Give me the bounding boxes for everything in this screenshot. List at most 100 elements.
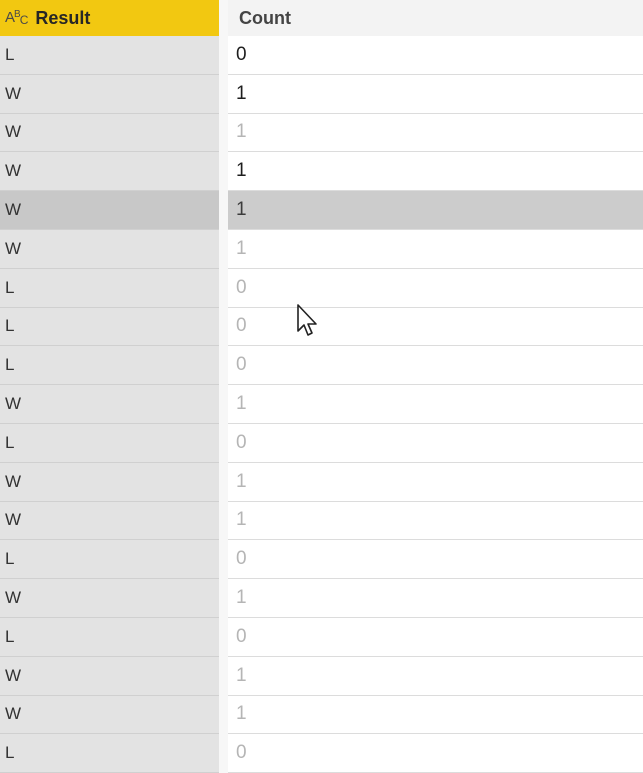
column-header-row: ABC Result Count [0, 0, 643, 37]
table-row[interactable]: W1 [0, 695, 643, 735]
cell-result-value: L [5, 44, 15, 64]
cell-count[interactable]: 1 [228, 113, 643, 153]
cell-count[interactable]: 0 [228, 268, 643, 308]
cell-result-value: W [5, 588, 22, 608]
table-row[interactable]: L0 [0, 734, 643, 773]
cell-count[interactable]: 0 [228, 36, 643, 75]
table-row[interactable]: W1 [0, 656, 643, 696]
cell-result-value: L [5, 743, 15, 763]
cell-result[interactable]: L [0, 346, 219, 386]
column-header-result[interactable]: ABC Result [0, 0, 219, 37]
cell-count[interactable]: 1 [228, 501, 643, 541]
cell-result-value: L [5, 432, 15, 452]
table-body: L0W1W1W1W1W1L0L0L0W1L0W1W1L0W1L0W1W1L0 [0, 36, 643, 773]
cell-result[interactable]: W [0, 656, 219, 696]
column-header-count-label: Count [239, 7, 291, 28]
cell-count-value: 1 [236, 82, 247, 104]
cell-result[interactable]: L [0, 307, 219, 347]
cell-count-value: 0 [236, 354, 247, 376]
mouse-pointer-icon [297, 304, 317, 336]
cell-result-value: W [5, 665, 22, 685]
cell-result-value: W [5, 394, 22, 414]
cell-count-value: 1 [236, 237, 247, 259]
cell-result[interactable]: L [0, 540, 219, 580]
cell-result[interactable]: W [0, 152, 219, 192]
cell-result[interactable]: L [0, 423, 219, 463]
table-row[interactable]: W1 [0, 462, 643, 502]
cell-count-value: 1 [236, 121, 247, 143]
table-row[interactable]: L0 [0, 346, 643, 386]
cell-result[interactable]: L [0, 734, 219, 773]
cell-result-value: L [5, 277, 15, 297]
cell-count[interactable]: 1 [228, 229, 643, 269]
cell-count[interactable]: 1 [228, 385, 643, 424]
cell-count[interactable]: 1 [228, 695, 643, 735]
cell-count[interactable]: 0 [228, 423, 643, 463]
column-header-result-label: Result [35, 7, 91, 28]
table-row[interactable]: W1 [0, 229, 643, 269]
table-row[interactable]: L0 [0, 36, 643, 75]
cell-count-value: 1 [236, 160, 247, 182]
table-row[interactable]: W1 [0, 579, 643, 618]
cell-count[interactable]: 1 [228, 579, 643, 618]
cell-result[interactable]: L [0, 36, 219, 75]
column-header-count[interactable]: Count [228, 0, 643, 37]
table-row[interactable]: W1 [0, 501, 643, 541]
cell-result[interactable]: W [0, 579, 219, 618]
cell-result[interactable]: L [0, 268, 219, 308]
table-row[interactable]: W1 [0, 385, 643, 424]
cell-count[interactable]: 1 [228, 656, 643, 696]
cell-count-value: 0 [236, 276, 247, 298]
table-row[interactable]: L0 [0, 268, 643, 308]
cell-count[interactable]: 0 [228, 617, 643, 657]
cell-result-value: W [5, 471, 22, 491]
cell-count[interactable]: 0 [228, 734, 643, 773]
table-row[interactable]: W1 [0, 113, 643, 153]
cell-result[interactable]: W [0, 191, 219, 230]
data-grid: ABC Result Count L0W1W1W1W1W1L0L0L0W1L0W… [0, 0, 643, 773]
cell-count-value: 0 [236, 315, 247, 337]
table-row[interactable]: L0 [0, 540, 643, 580]
table-row[interactable]: L0 [0, 423, 643, 463]
cell-count[interactable]: 1 [228, 74, 643, 114]
cell-result[interactable]: W [0, 385, 219, 424]
cell-count[interactable]: 0 [228, 540, 643, 580]
cell-count-value: 1 [236, 509, 247, 531]
cell-result[interactable]: L [0, 617, 219, 657]
cell-count-value: 0 [236, 548, 247, 570]
cell-result-value: L [5, 549, 15, 569]
cell-result-value: W [5, 238, 22, 258]
cell-result[interactable]: W [0, 462, 219, 502]
text-type-icon[interactable]: ABC [5, 9, 28, 27]
cell-count-value: 0 [236, 43, 247, 65]
cell-result-value: L [5, 626, 15, 646]
table-row[interactable]: L0 [0, 617, 643, 657]
cell-result-value: W [5, 83, 22, 103]
cell-count-value: 1 [236, 664, 247, 686]
cell-count-value: 1 [236, 703, 247, 725]
cell-result[interactable]: W [0, 74, 219, 114]
cell-count-value: 1 [236, 587, 247, 609]
cell-result-value: W [5, 510, 22, 530]
cell-result-value: W [5, 704, 22, 724]
table-row[interactable]: W1 [0, 152, 643, 192]
cell-count[interactable]: 0 [228, 307, 643, 347]
cell-count[interactable]: 1 [228, 152, 643, 192]
cell-result-value: L [5, 355, 15, 375]
cell-count[interactable]: 0 [228, 346, 643, 386]
cell-result-value: W [5, 122, 22, 142]
cell-result-value: L [5, 316, 15, 336]
cell-count-value: 1 [236, 199, 247, 221]
cell-count-value: 1 [236, 470, 247, 492]
cell-result[interactable]: W [0, 113, 219, 153]
cell-count-value: 0 [236, 625, 247, 647]
cell-result[interactable]: W [0, 501, 219, 541]
cell-result-value: W [5, 161, 22, 181]
cell-result[interactable]: W [0, 695, 219, 735]
cell-result[interactable]: W [0, 229, 219, 269]
cell-count[interactable]: 1 [228, 462, 643, 502]
table-row[interactable]: W1 [0, 74, 643, 114]
cell-count[interactable]: 1 [228, 191, 643, 230]
cell-count-value: 1 [236, 393, 247, 415]
table-row[interactable]: W1 [0, 191, 643, 230]
